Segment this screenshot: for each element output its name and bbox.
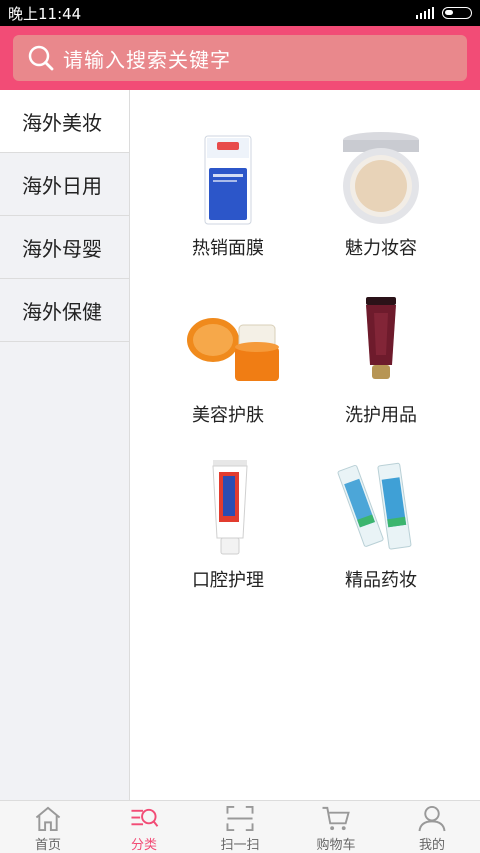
grid-item-label: 口腔护理	[192, 570, 264, 591]
tab-label: 分类	[130, 838, 157, 853]
header: 请输入搜索关键字	[0, 26, 480, 90]
status-time: 晚上11:44	[8, 4, 82, 23]
grid-item-pharmacy[interactable]: 精品药妆	[306, 460, 456, 592]
tab-profile[interactable]: 我的	[384, 801, 480, 853]
signal-icon	[416, 7, 434, 19]
home-icon	[35, 806, 61, 832]
category-icon	[131, 808, 159, 827]
scan-icon	[226, 805, 254, 832]
user-icon	[418, 805, 446, 832]
sidebar-item-baby[interactable]: 海外母婴	[0, 216, 129, 279]
battery-icon	[442, 7, 472, 19]
grid-item-label: 洗护用品	[345, 405, 417, 426]
cushion-compact-icon	[326, 128, 436, 228]
grid-item-label: 美容护肤	[192, 405, 264, 426]
bottom-tabbar: 首页 分类 扫一扫 购物车 我的	[0, 800, 480, 853]
mask-pack-icon	[173, 128, 283, 228]
grid-item-bodycare[interactable]: 洗护用品	[306, 295, 456, 427]
grid-item-skincare[interactable]: 美容护肤	[153, 295, 303, 427]
grid-item-label: 精品药妆	[345, 570, 417, 591]
search-placeholder: 请输入搜索关键字	[63, 47, 231, 72]
tab-label: 首页	[34, 838, 61, 853]
tab-home[interactable]: 首页	[0, 801, 96, 853]
tab-cart[interactable]: 购物车	[288, 801, 384, 853]
grid-item-mask[interactable]: 热销面膜	[153, 128, 303, 260]
tube-product-icon	[326, 295, 436, 395]
cream-jar-icon	[173, 295, 283, 395]
grid-item-oralcare[interactable]: 口腔护理	[153, 460, 303, 592]
cart-icon	[322, 806, 350, 831]
grid-item-label: 魅力妆容	[345, 238, 417, 259]
tab-label: 我的	[418, 838, 445, 853]
search-icon	[28, 45, 54, 71]
status-bar: 晚上11:44	[0, 0, 480, 26]
toothpaste-pair-icon	[326, 460, 436, 560]
grid-item-label: 热销面膜	[192, 238, 264, 259]
sidebar-item-daily[interactable]: 海外日用	[0, 153, 129, 216]
sidebar-item-beauty[interactable]: 海外美妆	[0, 90, 129, 153]
category-sidebar: 海外美妆 海外日用 海外母婴 海外保健	[0, 90, 130, 800]
search-input[interactable]: 请输入搜索关键字	[13, 35, 467, 81]
tab-label: 扫一扫	[220, 838, 260, 853]
toothpaste-icon	[173, 460, 283, 560]
sidebar-item-health[interactable]: 海外保健	[0, 279, 129, 342]
grid-item-makeup[interactable]: 魅力妆容	[306, 128, 456, 260]
tab-category[interactable]: 分类	[96, 801, 192, 853]
tab-scan[interactable]: 扫一扫	[192, 801, 288, 853]
tab-label: 购物车	[316, 838, 356, 853]
